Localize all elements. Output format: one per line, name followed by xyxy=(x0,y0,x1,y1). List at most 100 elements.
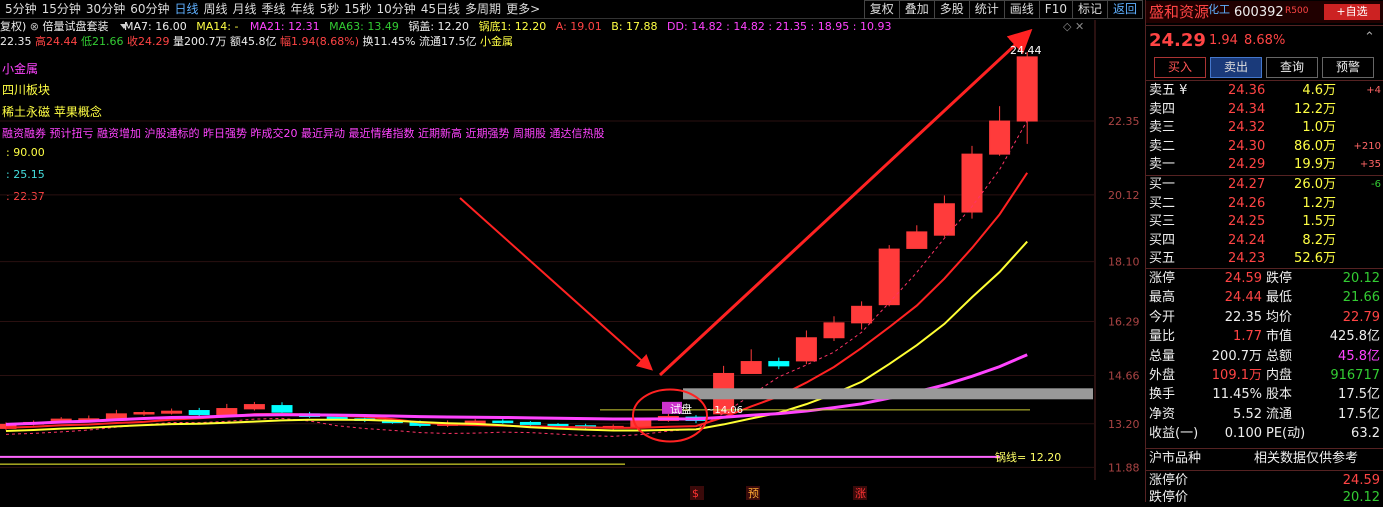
tool-button[interactable]: F10 xyxy=(1038,0,1073,19)
collapse-icon[interactable]: ⌃ xyxy=(1364,30,1375,45)
tool-button[interactable]: 返回 xyxy=(1106,0,1143,19)
candle-body[interactable] xyxy=(740,361,762,374)
candle-body[interactable] xyxy=(906,231,928,249)
stat-row: 量比 1.77 市值 425.8亿 xyxy=(1146,328,1383,346)
candle-body[interactable] xyxy=(878,248,900,306)
sell-button[interactable]: 卖出 xyxy=(1210,57,1262,78)
price-axis-label: 22.35 xyxy=(1108,115,1140,128)
orderbook-row[interactable]: 卖三 24.32 1.0万 xyxy=(1146,119,1383,137)
candle-body[interactable] xyxy=(795,337,817,362)
level-price: 24.27 xyxy=(1228,177,1266,192)
orderbook-row[interactable]: 买五 24.23 52.6万 xyxy=(1146,250,1383,268)
stat-value: 0.100 xyxy=(1224,426,1262,442)
timeframe-tab[interactable]: 15分钟 xyxy=(42,0,81,18)
candle-body[interactable] xyxy=(823,322,845,339)
tool-button[interactable]: 叠加 xyxy=(898,0,935,19)
stat-row: 总量 200.7万 总额 45.8亿 xyxy=(1146,348,1383,366)
timeframe-tab[interactable]: 年线 xyxy=(291,0,315,18)
event-marker[interactable]: $ xyxy=(692,487,699,500)
stat-row: 外盘 109.1万 内盘 916717 xyxy=(1146,367,1383,385)
stat-row: 收益(一) 0.100 PE(动) 63.2 xyxy=(1146,425,1383,443)
event-marker[interactable]: 预 xyxy=(748,487,759,500)
orderbook-row[interactable]: 卖二 24.30 86.0万 +210 xyxy=(1146,138,1383,156)
level-price: 24.34 xyxy=(1228,101,1266,117)
stat-value: 21.66 xyxy=(1342,290,1380,306)
tool-button[interactable]: 复权 xyxy=(863,0,900,19)
candle-body[interactable] xyxy=(243,404,265,410)
stat-row: 涨停 24.59 跌停 20.12 xyxy=(1146,270,1383,288)
timeframe-tab[interactable]: 更多> xyxy=(506,0,540,18)
alert-button[interactable]: 预警 xyxy=(1322,57,1374,78)
level-label: 买一 xyxy=(1149,177,1176,192)
level-label: 卖四 xyxy=(1149,101,1176,117)
limit-up-label: 涨停价 xyxy=(1149,473,1189,488)
stat-label: 内盘 xyxy=(1266,368,1293,383)
candle-body[interactable] xyxy=(519,421,541,425)
stat-label: 收益(一) xyxy=(1149,426,1199,442)
stat-value: 45.8亿 xyxy=(1338,348,1380,364)
orderbook-row[interactable]: 卖五 ¥ 24.36 4.6万 +4 xyxy=(1146,82,1383,100)
limit-up-row: 涨停价 24.59 xyxy=(1146,472,1383,490)
price-change-pct: 8.68% xyxy=(1244,33,1286,48)
tool-button[interactable]: 多股 xyxy=(933,0,970,19)
stat-value: 20.12 xyxy=(1342,271,1380,286)
timeframe-tab[interactable]: 60分钟 xyxy=(130,0,169,18)
candle-body[interactable] xyxy=(133,412,155,415)
candle-body[interactable] xyxy=(547,423,569,427)
candle-body[interactable] xyxy=(492,420,514,424)
level-delta: +35 xyxy=(1359,159,1381,170)
price-axis-label: 18.10 xyxy=(1108,256,1140,269)
limit-down-label: 跌停价 xyxy=(1149,490,1189,505)
orderbook-row[interactable]: 买二 24.26 1.2万 xyxy=(1146,195,1383,213)
query-button[interactable]: 查询 xyxy=(1266,57,1318,78)
candle-body[interactable] xyxy=(326,416,348,420)
orderbook-row[interactable]: 买一 24.27 26.0万 -6 xyxy=(1146,176,1383,194)
timeframe-tab[interactable]: 日线 xyxy=(174,0,198,18)
tool-button[interactable]: 统计 xyxy=(968,0,1005,19)
timeframe-tab[interactable]: 月线 xyxy=(233,0,257,18)
candle-body[interactable] xyxy=(161,410,183,414)
quote-panel: 盛和资源 化工 600392 R500 +自选 24.29 1.94 8.68%… xyxy=(1145,0,1383,505)
timeframe-tab[interactable]: 30分钟 xyxy=(86,0,125,18)
stat-value: 22.35 xyxy=(1224,309,1262,325)
candle-body[interactable] xyxy=(989,120,1011,155)
orderbook-row[interactable]: 卖四 24.34 12.2万 xyxy=(1146,101,1383,119)
candle-body[interactable] xyxy=(188,410,210,415)
stat-row: 今开 22.35 均价 22.79 xyxy=(1146,309,1383,327)
buy-button[interactable]: 买入 xyxy=(1154,57,1206,78)
candle-body[interactable] xyxy=(851,305,873,324)
orderbook-row[interactable]: 买三 24.25 1.5万 xyxy=(1146,213,1383,231)
level-label: 卖一 xyxy=(1149,157,1176,172)
level-label: 卖二 xyxy=(1149,138,1176,154)
orderbook-row[interactable]: 卖一 24.29 19.9万 +35 xyxy=(1146,156,1383,174)
limit-down-value: 20.12 xyxy=(1342,490,1380,505)
candlestick-chart[interactable]: 22.35 20.12 18.10 16.29 14.66 13.20 11.88 锅线= 1… xyxy=(0,18,1143,502)
price-axis-label: 11.88 xyxy=(1108,461,1140,474)
stat-value: 24.44 xyxy=(1224,290,1262,306)
stat-value: 5.52 xyxy=(1233,406,1262,422)
stat-value: 24.59 xyxy=(1224,271,1262,286)
level-delta: +210 xyxy=(1353,140,1381,152)
level-volume: 8.2万 xyxy=(1302,232,1336,248)
candle-body[interactable] xyxy=(271,405,293,413)
timeframe-tab[interactable]: 多周期 xyxy=(465,0,501,18)
timeframe-tab[interactable]: 15秒 xyxy=(344,0,371,18)
orderbook-row[interactable]: 买四 24.24 8.2万 xyxy=(1146,232,1383,250)
timeframe-tab[interactable]: 45日线 xyxy=(421,0,460,18)
timeframe-tab[interactable]: 季线 xyxy=(262,0,286,18)
timeframe-tab[interactable]: 10分钟 xyxy=(376,0,415,18)
candle-body[interactable] xyxy=(768,361,790,367)
timeframe-tab[interactable]: 周线 xyxy=(204,0,228,18)
tool-button[interactable]: 标记 xyxy=(1071,0,1108,19)
event-marker[interactable]: 涨 xyxy=(855,487,866,500)
stat-label: PE(动) xyxy=(1266,426,1306,442)
add-watchlist-button[interactable]: +自选 xyxy=(1324,4,1380,20)
timeframe-tab[interactable]: 5秒 xyxy=(320,0,340,18)
stock-name: 盛和资源 xyxy=(1149,3,1210,21)
timeframe-tab[interactable]: 5分钟 xyxy=(5,0,37,18)
candle-body[interactable] xyxy=(961,153,983,213)
level-volume: 1.2万 xyxy=(1302,195,1336,211)
limit-up-value: 24.59 xyxy=(1342,473,1380,488)
candle-body[interactable] xyxy=(1016,56,1038,122)
tool-button[interactable]: 画线 xyxy=(1003,0,1040,19)
